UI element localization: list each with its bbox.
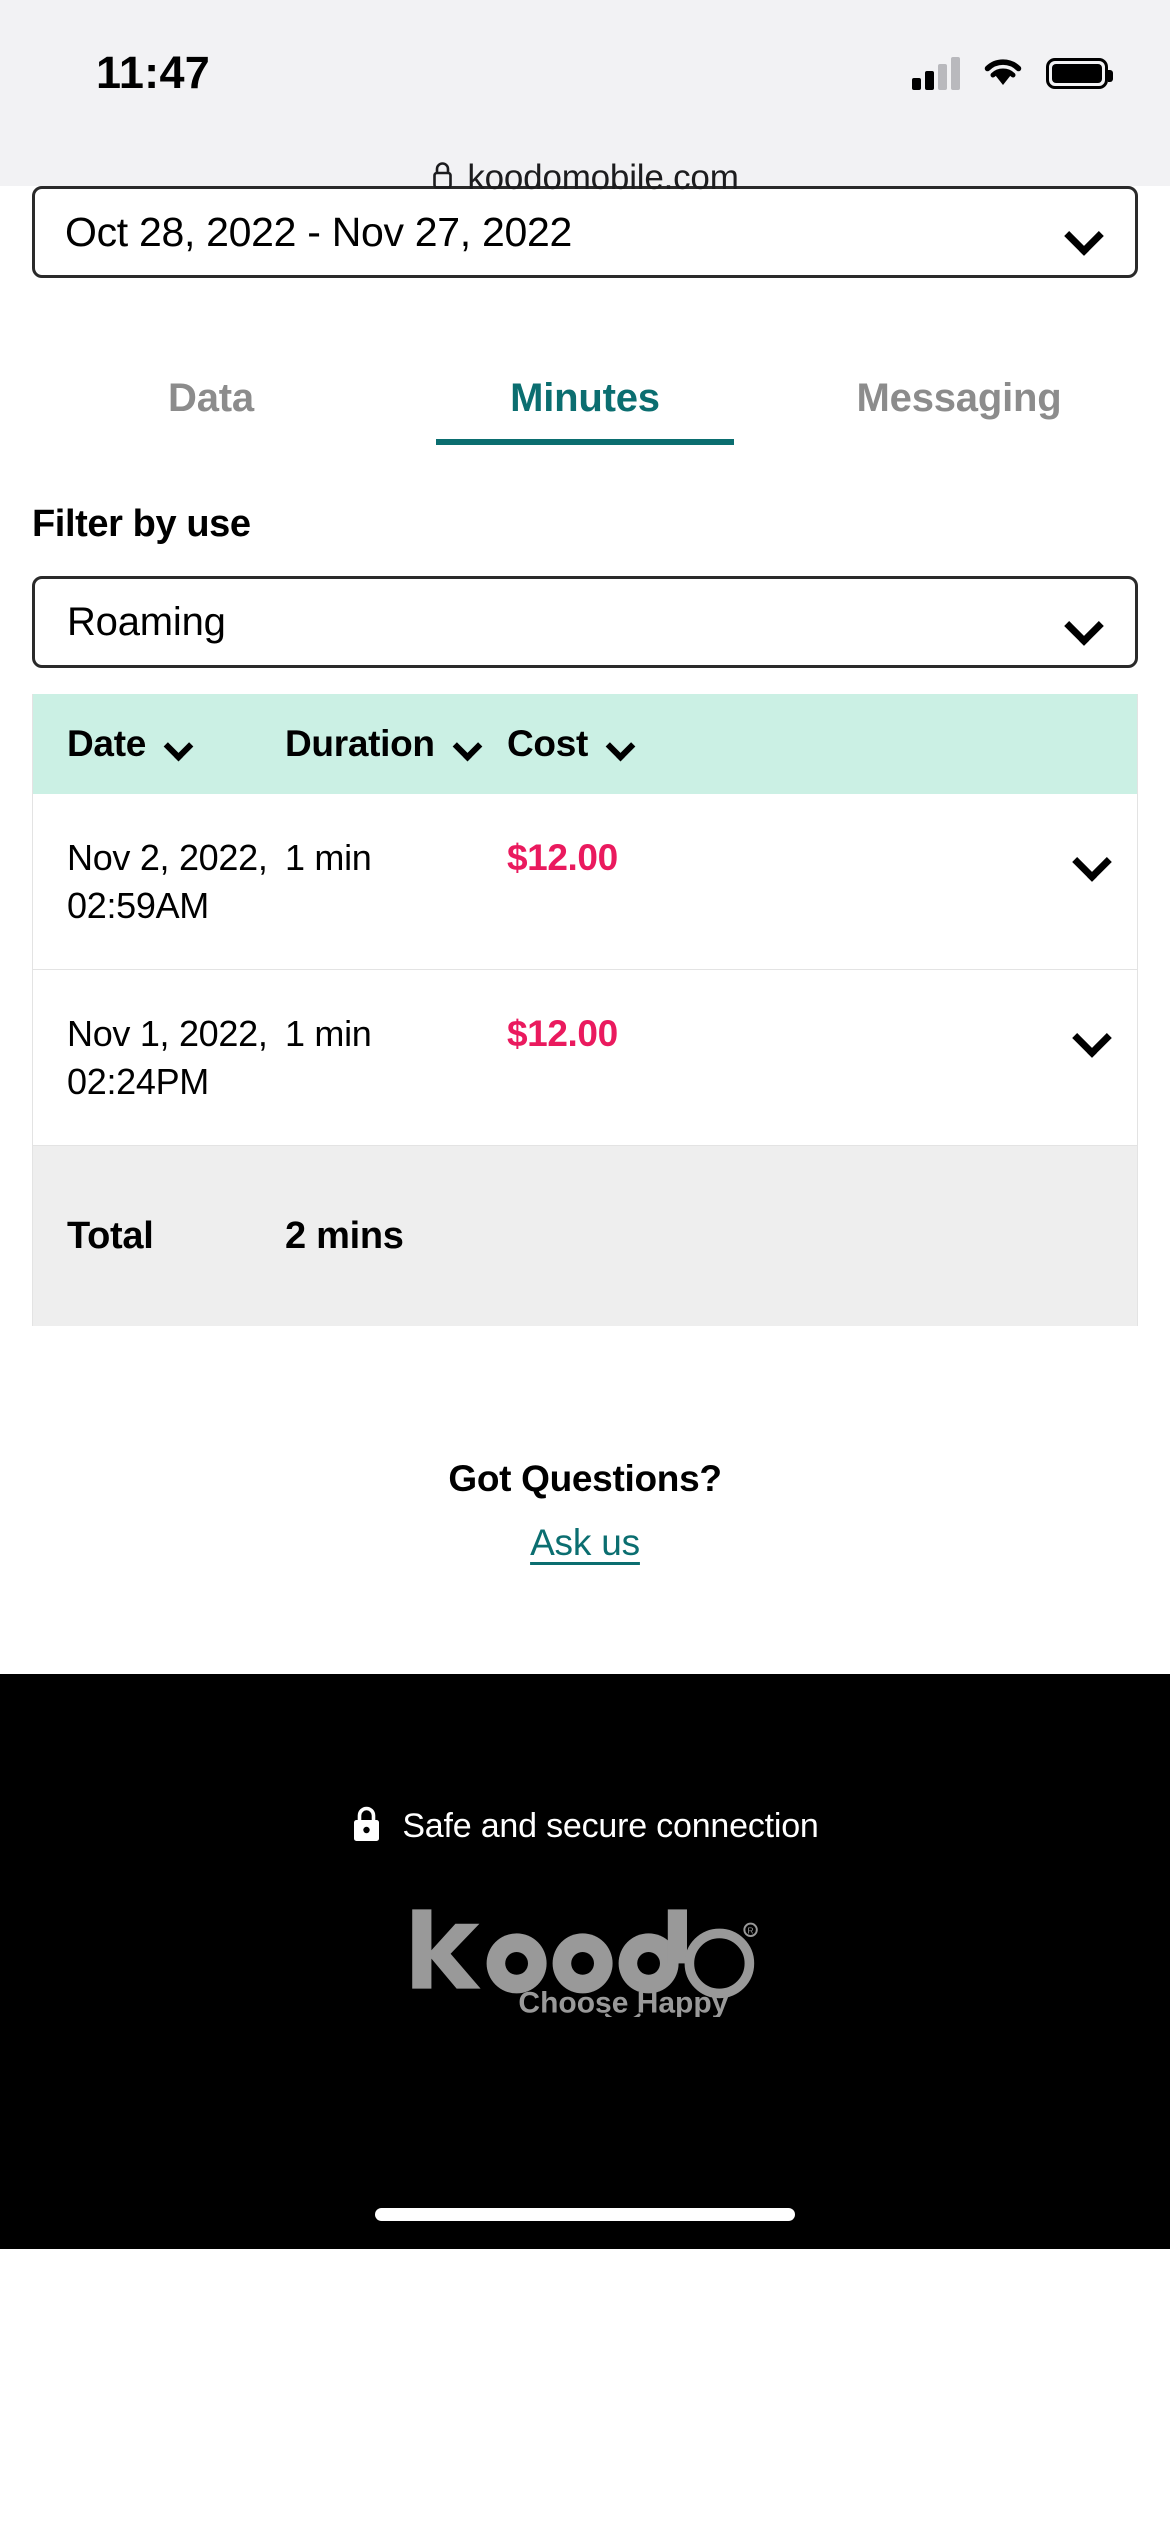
tab-minutes[interactable]: Minutes — [398, 376, 772, 445]
chevron-down-icon — [454, 736, 480, 752]
svg-text:R: R — [748, 1925, 754, 1935]
total-duration: 2 mins — [285, 1214, 404, 1257]
row-duration: 1 min — [285, 1013, 372, 1055]
koodo-logo: R Choose Happy — [0, 1907, 1170, 2018]
page-footer: Safe and secure connection R Choose Happ… — [0, 1674, 1170, 2250]
chevron-down-icon — [1067, 222, 1101, 242]
cellular-signal-icon — [912, 56, 960, 90]
filter-by-use-dropdown[interactable]: Roaming — [32, 576, 1138, 668]
column-header-duration-label: Duration — [285, 723, 435, 764]
row-cost: $12.00 — [507, 1013, 618, 1055]
help-title: Got Questions? — [448, 1458, 722, 1500]
lock-icon — [351, 1804, 382, 1849]
wifi-icon — [982, 55, 1024, 92]
filter-selected-value: Roaming — [67, 599, 226, 644]
chevron-down-icon[interactable] — [1075, 1024, 1109, 1044]
usage-tabs: Data Minutes Messaging — [0, 376, 1170, 445]
secure-connection-banner: Safe and secure connection — [0, 1674, 1170, 1849]
secure-connection-text: Safe and secure connection — [402, 1807, 819, 1846]
column-header-duration[interactable]: Duration — [285, 723, 507, 765]
row-cost: $12.00 — [507, 837, 618, 878]
filter-section: Roaming — [0, 576, 1170, 668]
table-row[interactable]: Nov 2, 2022, 02:59AM 1 min $12.00 — [33, 794, 1137, 971]
lock-icon — [431, 161, 454, 195]
help-section: Got Questions? Ask us — [0, 1458, 1170, 1674]
battery-full-icon — [1046, 57, 1113, 89]
column-header-date[interactable]: Date — [67, 723, 285, 765]
koodo-tagline: Choose Happy — [518, 1987, 728, 2018]
row-cost-cell: $12.00 — [507, 834, 1137, 883]
ask-us-link[interactable]: Ask us — [530, 1522, 640, 1564]
koodo-wordmark-icon: R Choose Happy — [412, 1909, 758, 2018]
tab-messaging[interactable]: Messaging — [772, 376, 1146, 445]
chevron-down-icon[interactable] — [1075, 848, 1109, 868]
date-range-section: Oct 28, 2022 - Nov 27, 2022 — [0, 186, 1170, 278]
row-duration: 1 min — [285, 837, 372, 878]
status-bar: 11:47 — [0, 0, 1170, 132]
chevron-down-icon — [1067, 612, 1101, 632]
chevron-down-icon — [607, 736, 633, 752]
row-date: Nov 2, 2022, 02:59AM — [67, 837, 268, 926]
date-range-dropdown[interactable]: Oct 28, 2022 - Nov 27, 2022 — [32, 186, 1138, 278]
column-header-cost-label: Cost — [507, 723, 589, 764]
row-date: Nov 1, 2022, 02:24PM — [67, 1013, 268, 1102]
home-indicator[interactable] — [375, 2208, 795, 2222]
table-row[interactable]: Nov 1, 2022, 02:24PM 1 min $12.00 — [33, 970, 1137, 1147]
page-content: Oct 28, 2022 - Nov 27, 2022 Data Minutes… — [0, 186, 1170, 1675]
chevron-down-icon — [165, 736, 191, 752]
date-range-value: Oct 28, 2022 - Nov 27, 2022 — [65, 208, 573, 255]
total-label: Total — [67, 1214, 154, 1257]
tab-data[interactable]: Data — [24, 376, 398, 445]
url-text: koodomobile.com — [467, 157, 739, 197]
column-header-date-label: Date — [67, 723, 146, 764]
table-header-row: Date Duration Cost — [33, 694, 1137, 794]
status-bar-icons — [912, 55, 1113, 92]
filter-by-use-label: Filter by use — [32, 503, 251, 545]
row-cost-cell: $12.00 — [507, 1010, 1137, 1059]
status-bar-time: 11:47 — [96, 47, 211, 98]
column-header-cost[interactable]: Cost — [507, 723, 1137, 765]
usage-table: Date Duration Cost Nov 2, 2022, 02:59AM … — [32, 694, 1138, 1327]
table-total-row: Total 2 mins — [33, 1146, 1137, 1327]
